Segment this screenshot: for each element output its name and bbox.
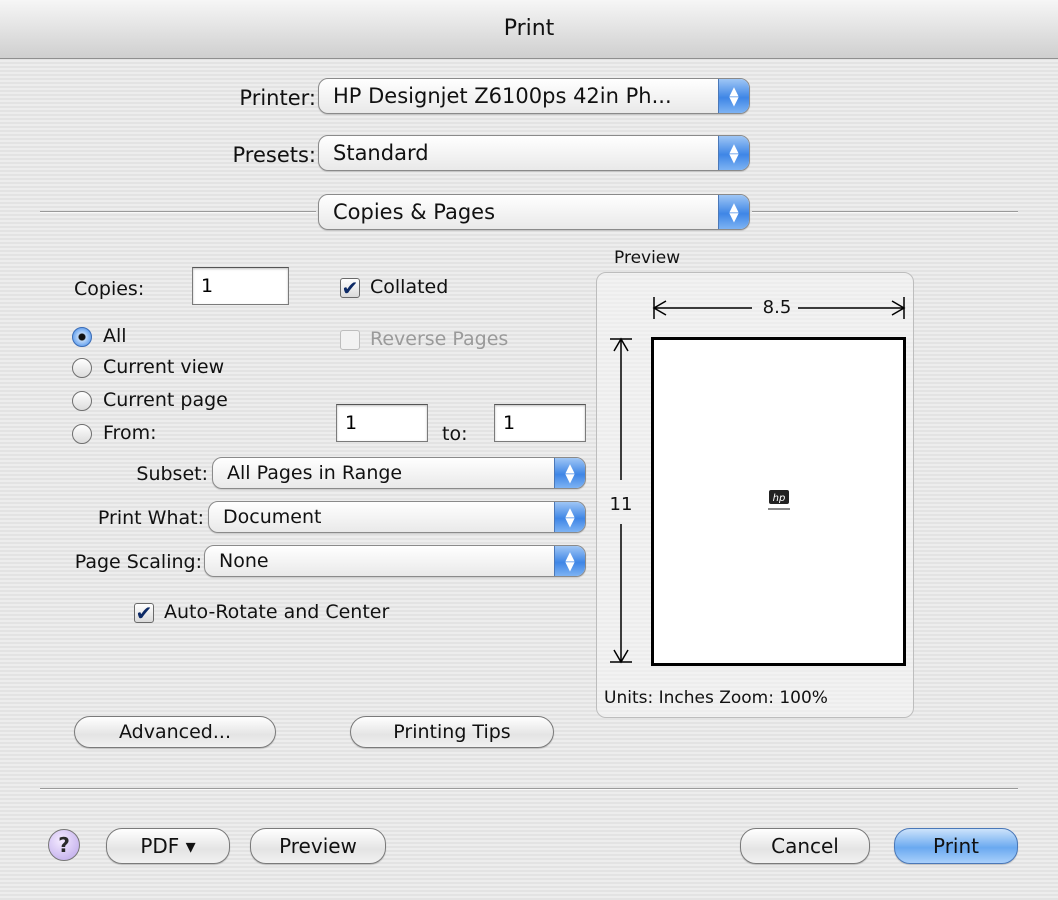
up-down-arrows-icon: ▲ ▼ <box>718 195 749 229</box>
cancel-button[interactable]: Cancel <box>740 828 870 864</box>
radio-all-label: All <box>103 325 127 347</box>
radio-current-view-label: Current view <box>103 356 225 378</box>
printer-popup[interactable]: HP Designjet Z6100ps 42in Ph... ▲ ▼ <box>318 78 750 114</box>
collated-checkbox[interactable]: ✔ <box>340 278 360 298</box>
copies-label: Copies: <box>74 278 145 300</box>
page-scaling-popup[interactable]: None ▲ ▼ <box>204 545 586 577</box>
presets-label: Presets: <box>232 143 317 167</box>
radio-current-view[interactable] <box>72 358 92 378</box>
subset-label: Subset: <box>136 463 208 485</box>
radio-current-page-label: Current page <box>103 389 228 411</box>
up-down-arrows-icon: ▲ ▼ <box>554 502 585 532</box>
preview-button[interactable]: Preview <box>250 828 386 864</box>
radio-from[interactable] <box>72 424 92 444</box>
to-label: to: <box>442 423 468 445</box>
up-down-arrows-icon: ▲ ▼ <box>554 458 585 488</box>
pdf-button[interactable]: PDF ▾ <box>106 828 230 864</box>
preview-height-label: 11 <box>609 494 633 515</box>
divider-bottom <box>40 788 1018 790</box>
reverse-pages-checkbox[interactable] <box>340 330 360 350</box>
page-scaling-value: None <box>219 550 269 572</box>
preview-width-label: 8.5 <box>762 297 792 318</box>
window-title: Print <box>503 16 555 41</box>
printer-label: Printer: <box>239 86 316 110</box>
printer-value: HP Designjet Z6100ps 42in Ph... <box>333 84 672 108</box>
to-page-input[interactable] <box>494 404 586 442</box>
print-what-label: Print What: <box>97 507 204 529</box>
copies-input[interactable] <box>192 267 289 305</box>
checkmark-icon: ✔ <box>135 601 153 625</box>
svg-text:hp: hp <box>773 493 786 504</box>
subset-value: All Pages in Range <box>227 462 403 484</box>
panel-value: Copies & Pages <box>333 200 496 224</box>
up-down-arrows-icon: ▲ ▼ <box>718 136 749 170</box>
up-down-arrows-icon: ▲ ▼ <box>718 79 749 113</box>
divider-left <box>40 211 316 213</box>
reverse-pages-label: Reverse Pages <box>370 328 509 350</box>
advanced-button[interactable]: Advanced... <box>74 716 276 748</box>
printing-tips-button[interactable]: Printing Tips <box>350 716 554 748</box>
print-what-value: Document <box>223 506 322 528</box>
preview-footer: Units: Inches Zoom: 100% <box>604 688 828 708</box>
help-button[interactable]: ? <box>48 829 80 861</box>
divider-right <box>752 211 1018 213</box>
radio-all[interactable] <box>72 327 92 347</box>
print-button[interactable]: Print <box>894 828 1018 864</box>
auto-rotate-checkbox[interactable]: ✔ <box>134 603 154 623</box>
auto-rotate-label: Auto-Rotate and Center <box>164 601 390 623</box>
radio-from-label: From: <box>103 422 157 444</box>
from-page-input[interactable] <box>336 404 428 442</box>
page-scaling-label: Page Scaling: <box>74 551 202 573</box>
window-titlebar: Print <box>0 0 1058 59</box>
panel-popup[interactable]: Copies & Pages ▲ ▼ <box>318 194 750 230</box>
up-down-arrows-icon: ▲ ▼ <box>554 546 585 576</box>
presets-popup[interactable]: Standard ▲ ▼ <box>318 135 750 171</box>
collated-label: Collated <box>370 276 449 298</box>
hp-logo-icon: hp <box>768 490 790 510</box>
page-preview: hp <box>651 337 906 666</box>
presets-value: Standard <box>333 141 429 165</box>
subset-popup[interactable]: All Pages in Range ▲ ▼ <box>212 457 586 489</box>
preview-title: Preview <box>614 248 681 268</box>
checkmark-icon: ✔ <box>341 276 359 300</box>
radio-current-page[interactable] <box>72 391 92 411</box>
print-what-popup[interactable]: Document ▲ ▼ <box>208 501 586 533</box>
